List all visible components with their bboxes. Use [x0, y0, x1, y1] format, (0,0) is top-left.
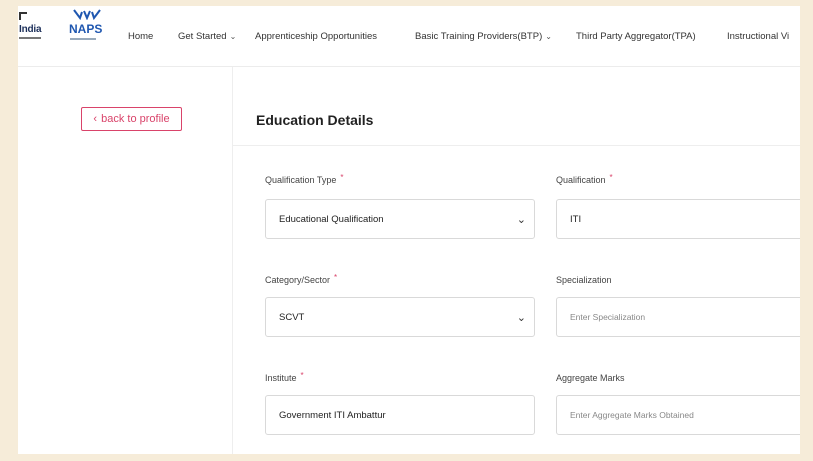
chevron-down-icon: ⌄ — [516, 312, 526, 324]
required-marker: * — [300, 371, 304, 380]
nav-instructional-label: Instructional Vi — [727, 30, 790, 42]
naps-emblem-icon — [73, 9, 101, 20]
top-navbar: India NAPS Home Get Started ⌄ Apprentice… — [18, 6, 800, 67]
india-logo[interactable]: India — [19, 12, 49, 42]
nav-get-started-label: Get Started — [178, 30, 227, 42]
aggregate-marks-input[interactable]: Enter Aggregate Marks Obtained — [556, 395, 800, 435]
nav-tpa-label: Third Party Aggregator(TPA) — [576, 30, 696, 42]
naps-logo[interactable]: NAPS — [69, 8, 109, 46]
qualification-label: Qualification * — [556, 173, 613, 185]
required-marker: * — [334, 273, 338, 282]
chevron-down-icon: ⌄ — [545, 31, 552, 41]
specialization-label: Specialization — [556, 275, 612, 285]
institute-value: Government ITI Ambattur — [279, 409, 386, 421]
qualification-type-select[interactable]: Educational Qualification ⌄ — [265, 199, 535, 239]
naps-tagline — [70, 38, 96, 40]
nav-third-party-aggregator[interactable]: Third Party Aggregator(TPA) — [576, 25, 696, 47]
qualification-input[interactable]: ITI — [556, 199, 800, 239]
category-sector-label: Category/Sector * — [265, 273, 338, 285]
india-logo-text: India — [19, 24, 42, 35]
institute-input[interactable]: Government ITI Ambattur — [265, 395, 535, 435]
required-marker: * — [340, 173, 344, 182]
india-logo-underline — [19, 37, 41, 39]
back-to-profile-button[interactable]: ‹ back to profile — [81, 107, 182, 131]
chevron-down-icon: ⌄ — [516, 214, 526, 226]
nav-basic-training-providers[interactable]: Basic Training Providers(BTP) ⌄ — [415, 25, 552, 47]
qualification-value: ITI — [570, 213, 582, 225]
specialization-label-text: Specialization — [556, 275, 612, 285]
specialization-input[interactable]: Enter Specialization — [556, 297, 800, 337]
category-sector-label-text: Category/Sector — [265, 275, 331, 285]
left-sidebar: ‹ back to profile — [18, 67, 233, 454]
nav-instructional-videos[interactable]: Instructional Vi — [727, 25, 789, 47]
qualification-type-value: Educational Qualification — [279, 213, 384, 225]
naps-logo-text: NAPS — [69, 22, 103, 36]
qualification-type-label-text: Qualification Type — [265, 175, 337, 185]
nav-btp-label: Basic Training Providers(BTP) — [415, 30, 543, 42]
nav-apprenticeship-label: Apprenticeship Opportunities — [255, 30, 377, 42]
nav-home-label: Home — [128, 30, 154, 42]
institute-label-text: Institute — [265, 373, 297, 383]
nav-home[interactable]: Home — [128, 25, 153, 47]
aggregate-marks-placeholder: Enter Aggregate Marks Obtained — [570, 410, 694, 420]
emblem-icon — [19, 12, 27, 20]
required-marker: * — [609, 173, 613, 182]
nav-get-started[interactable]: Get Started ⌄ — [178, 25, 236, 47]
category-sector-select[interactable]: SCVT ⌄ — [265, 297, 535, 337]
aggregate-marks-label-text: Aggregate Marks — [556, 373, 625, 383]
app-frame: India NAPS Home Get Started ⌄ Apprentice… — [18, 6, 800, 454]
back-to-profile-label: back to profile — [101, 113, 170, 125]
qualification-label-text: Qualification — [556, 175, 606, 185]
specialization-placeholder: Enter Specialization — [570, 312, 646, 322]
nav-apprenticeship-opportunities[interactable]: Apprenticeship Opportunities — [255, 25, 377, 47]
aggregate-marks-label: Aggregate Marks — [556, 373, 625, 383]
institute-label: Institute * — [265, 371, 304, 383]
chevron-left-icon: ‹ — [93, 113, 98, 125]
chevron-down-icon: ⌄ — [229, 31, 237, 41]
page-title: Education Details — [256, 112, 374, 128]
panel-header: Education Details — [233, 67, 800, 146]
qualification-type-label: Qualification Type * — [265, 173, 344, 185]
education-details-panel: Education Details Qualification Type * Ed… — [233, 67, 800, 454]
category-sector-value: SCVT — [279, 311, 305, 323]
